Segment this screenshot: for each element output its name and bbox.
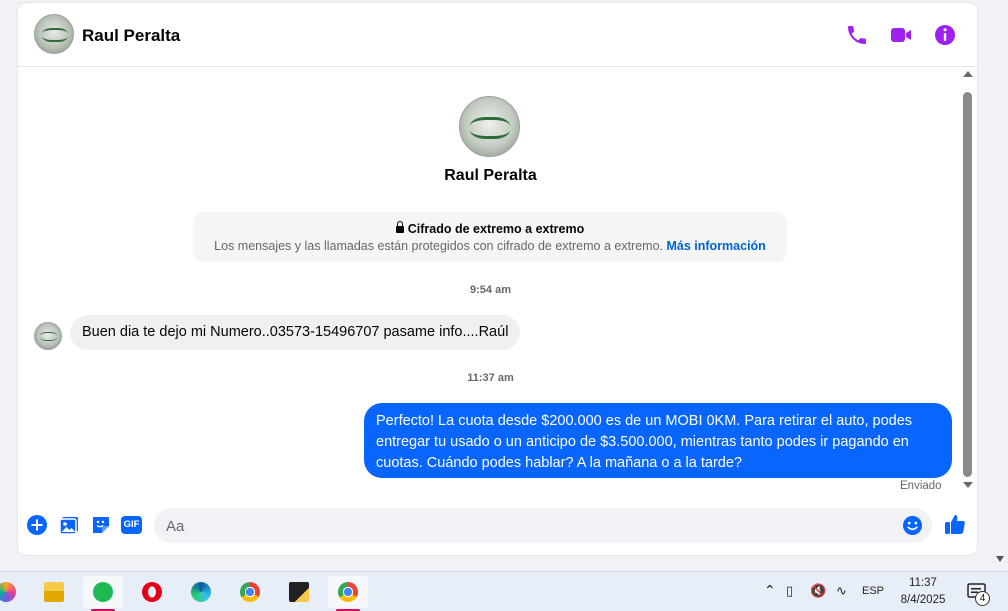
- contact-avatar[interactable]: [34, 14, 74, 54]
- thumbs-up-icon[interactable]: [943, 512, 967, 536]
- sender-avatar[interactable]: [34, 322, 62, 350]
- incoming-message[interactable]: Buen dia te dejo mi Numero..03573-154967…: [70, 315, 521, 350]
- profile-avatar[interactable]: [459, 96, 520, 157]
- sticky-notes-icon[interactable]: [279, 576, 319, 608]
- wifi-icon[interactable]: ∿: [836, 583, 847, 599]
- chrome-profile-icon[interactable]: [328, 576, 368, 611]
- opera-icon[interactable]: [132, 576, 172, 608]
- emoji-icon[interactable]: [902, 515, 923, 536]
- chat-scrollbar[interactable]: [959, 67, 977, 497]
- language-indicator[interactable]: ESP: [862, 585, 884, 597]
- clock-date: 8/4/2025: [900, 594, 946, 606]
- clock-time: 11:37: [909, 577, 937, 589]
- encryption-notice: Cifrado de extremo a extremo Los mensaje…: [193, 212, 787, 262]
- scroll-down-arrow-icon[interactable]: [963, 482, 973, 488]
- chevron-up-icon[interactable]: ⌃: [764, 582, 776, 599]
- system-clock[interactable]: 11:37 8/4/2025: [893, 575, 953, 609]
- file-explorer-icon[interactable]: [34, 576, 74, 608]
- battery-icon[interactable]: ▯: [786, 583, 793, 599]
- plus-icon[interactable]: [26, 514, 48, 536]
- encryption-text: Los mensajes y las llamadas están proteg…: [214, 239, 766, 253]
- chat-header: Raul Peralta: [18, 3, 977, 67]
- gif-icon[interactable]: GIF: [121, 514, 143, 536]
- video-camera-icon[interactable]: [889, 23, 913, 47]
- lock-icon: [395, 221, 404, 233]
- phone-icon[interactable]: [845, 23, 869, 47]
- message-input[interactable]: [166, 516, 866, 536]
- page-scroll-down-arrow-icon[interactable]: [996, 556, 1004, 562]
- contact-name[interactable]: Raul Peralta: [82, 26, 180, 46]
- sent-status: Enviado: [900, 480, 942, 492]
- chrome-icon[interactable]: [230, 576, 270, 608]
- taskbar: ⌃ ▯ 🔇 ∿ ESP 11:37 8/4/2025 4: [0, 571, 1008, 611]
- message-input-container[interactable]: [154, 508, 932, 543]
- edge-icon[interactable]: [181, 576, 221, 608]
- chat-window: Raul Peralta Raul Peralta Cifrado de ext…: [18, 3, 977, 555]
- spotify-icon[interactable]: [83, 576, 123, 611]
- volume-muted-icon[interactable]: 🔇: [810, 583, 826, 599]
- info-icon[interactable]: [933, 23, 957, 47]
- scroll-up-arrow-icon[interactable]: [963, 71, 973, 77]
- outgoing-message[interactable]: Perfecto! La cuota desde $200.000 es de …: [364, 403, 952, 478]
- more-info-link[interactable]: Más información: [667, 239, 766, 253]
- encryption-title: Cifrado de extremo a extremo: [193, 221, 787, 236]
- message-timestamp: 9:54 am: [470, 284, 511, 296]
- copilot-icon[interactable]: [0, 576, 26, 608]
- notification-badge: 4: [975, 591, 990, 606]
- sticker-icon[interactable]: [90, 514, 112, 536]
- message-timestamp: 11:37 am: [467, 372, 514, 384]
- gallery-icon[interactable]: [58, 514, 80, 536]
- profile-name: Raul Peralta: [444, 167, 537, 184]
- scroll-thumb[interactable]: [963, 92, 972, 477]
